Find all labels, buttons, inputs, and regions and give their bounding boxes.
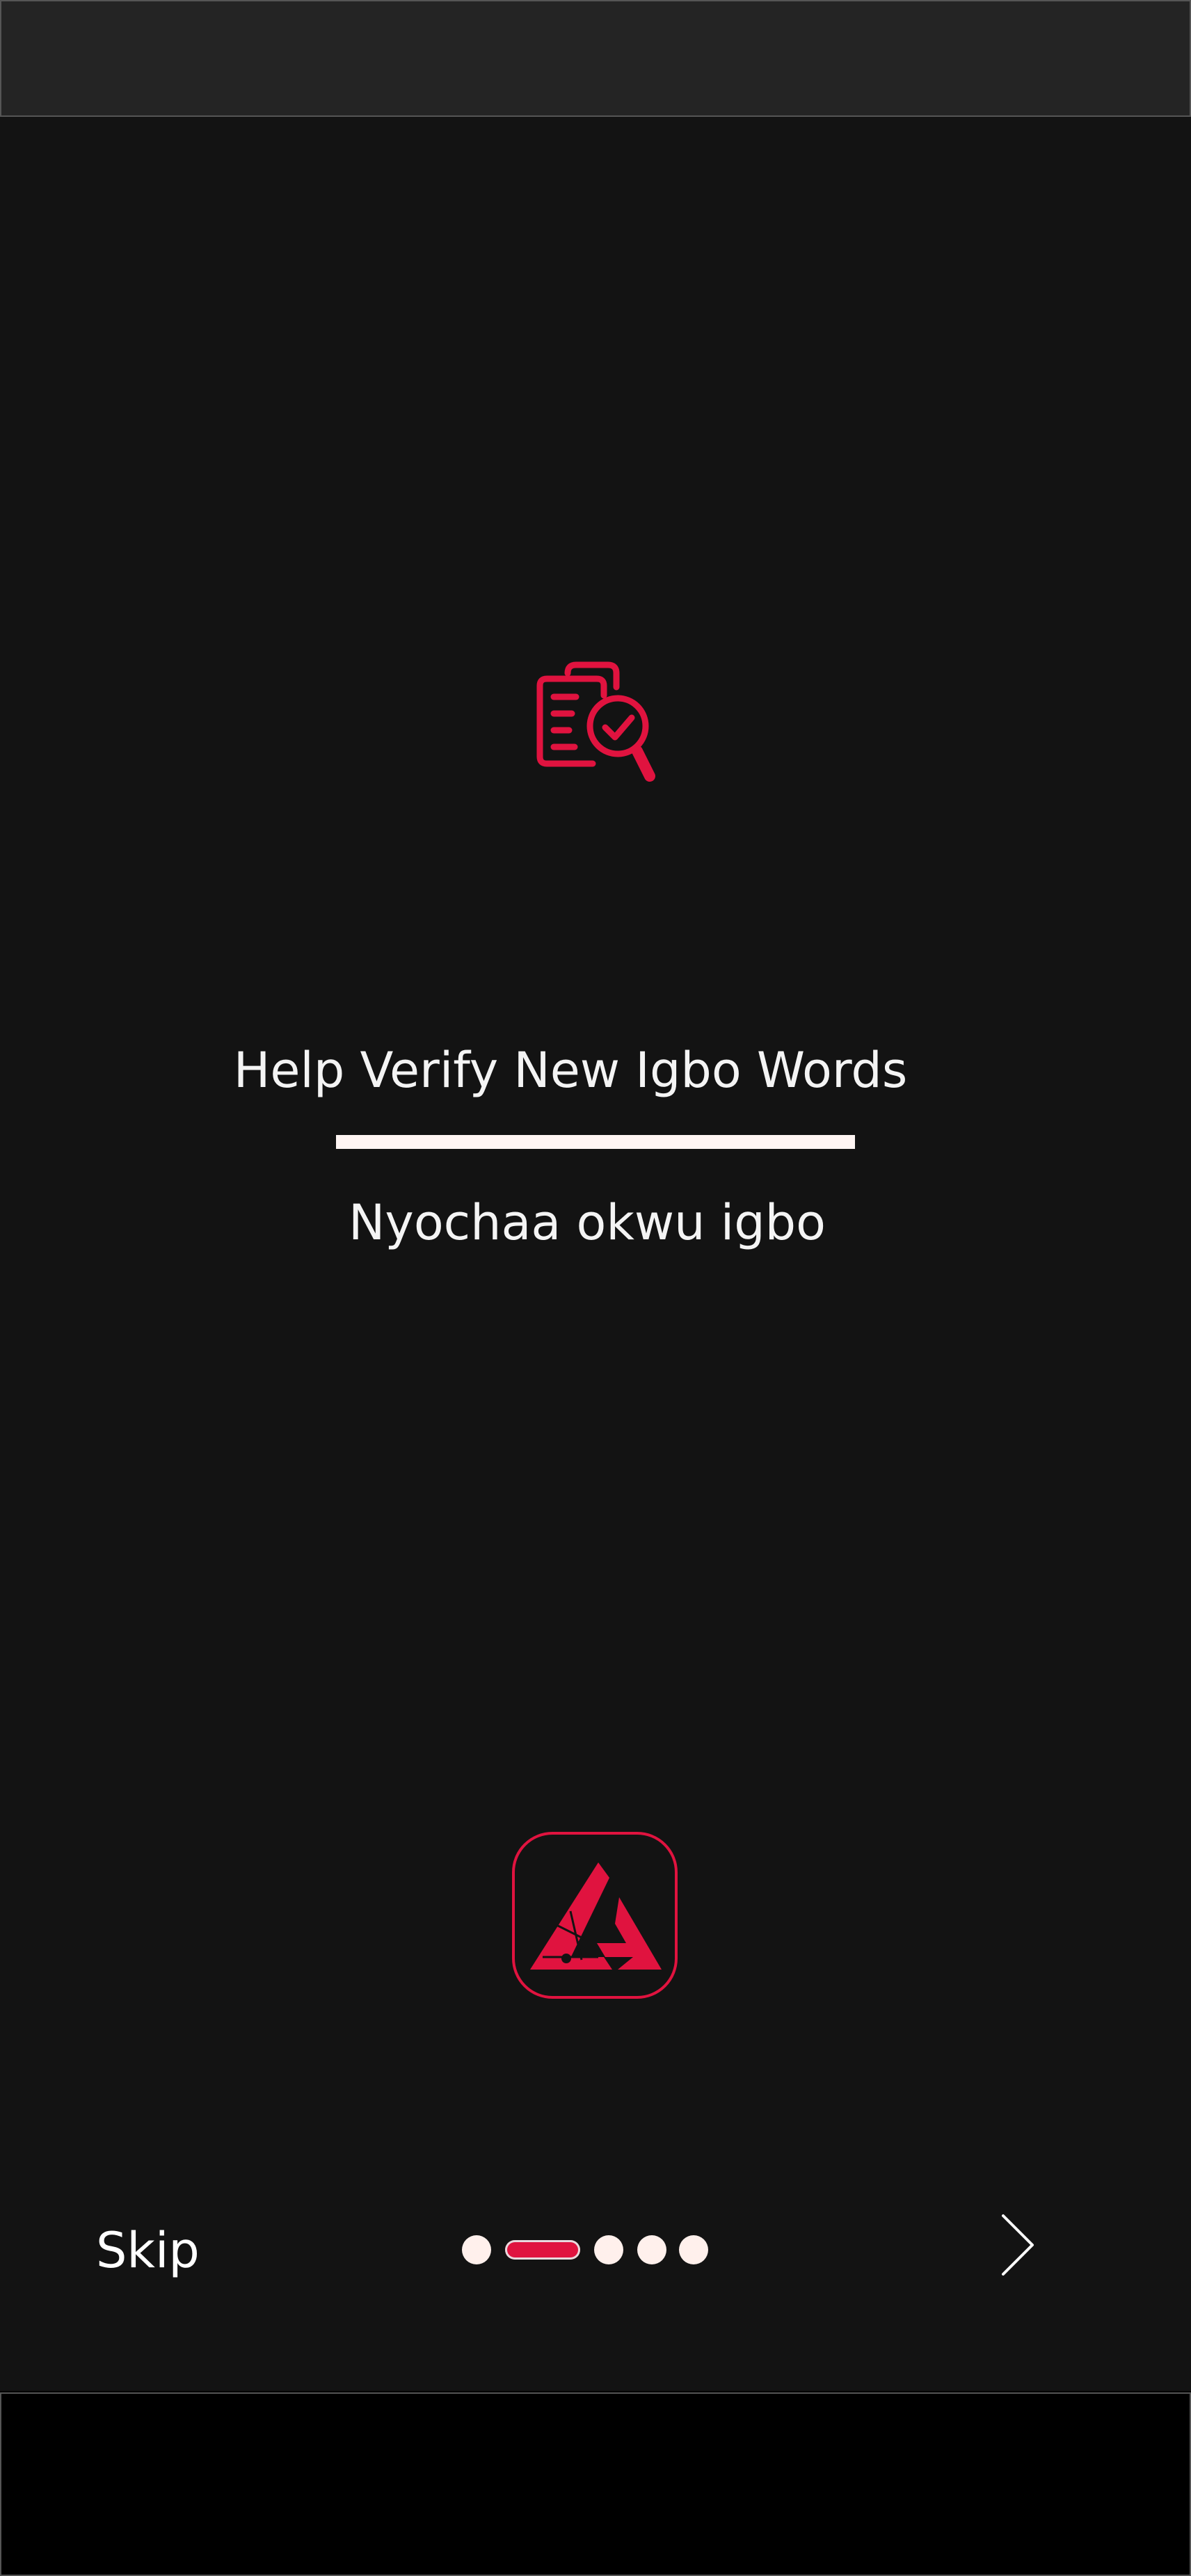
app-logo xyxy=(512,1832,678,1999)
page-dot-1[interactable] xyxy=(462,2235,491,2264)
page-dot-2-active[interactable] xyxy=(505,2240,580,2260)
chevron-right-icon xyxy=(1002,2214,1034,2276)
page-indicator xyxy=(462,2235,712,2266)
skip-button[interactable]: Skip xyxy=(96,2216,200,2285)
next-button[interactable] xyxy=(981,2206,1064,2289)
page-dot-4[interactable] xyxy=(637,2235,666,2264)
page-dot-5[interactable] xyxy=(679,2235,708,2264)
onboarding-title: Help Verify New Igbo Words xyxy=(233,1042,908,1099)
title-divider xyxy=(336,1135,855,1149)
onboarding-subtitle: Nyochaa okwu igbo xyxy=(349,1194,826,1251)
document-search-check-icon xyxy=(526,659,665,789)
igbo-api-logo-icon xyxy=(530,1862,662,1970)
system-navigation-bar xyxy=(0,2392,1191,2576)
status-bar xyxy=(0,0,1191,117)
page-dot-3[interactable] xyxy=(594,2235,623,2264)
onboarding-screen xyxy=(0,117,1191,2391)
